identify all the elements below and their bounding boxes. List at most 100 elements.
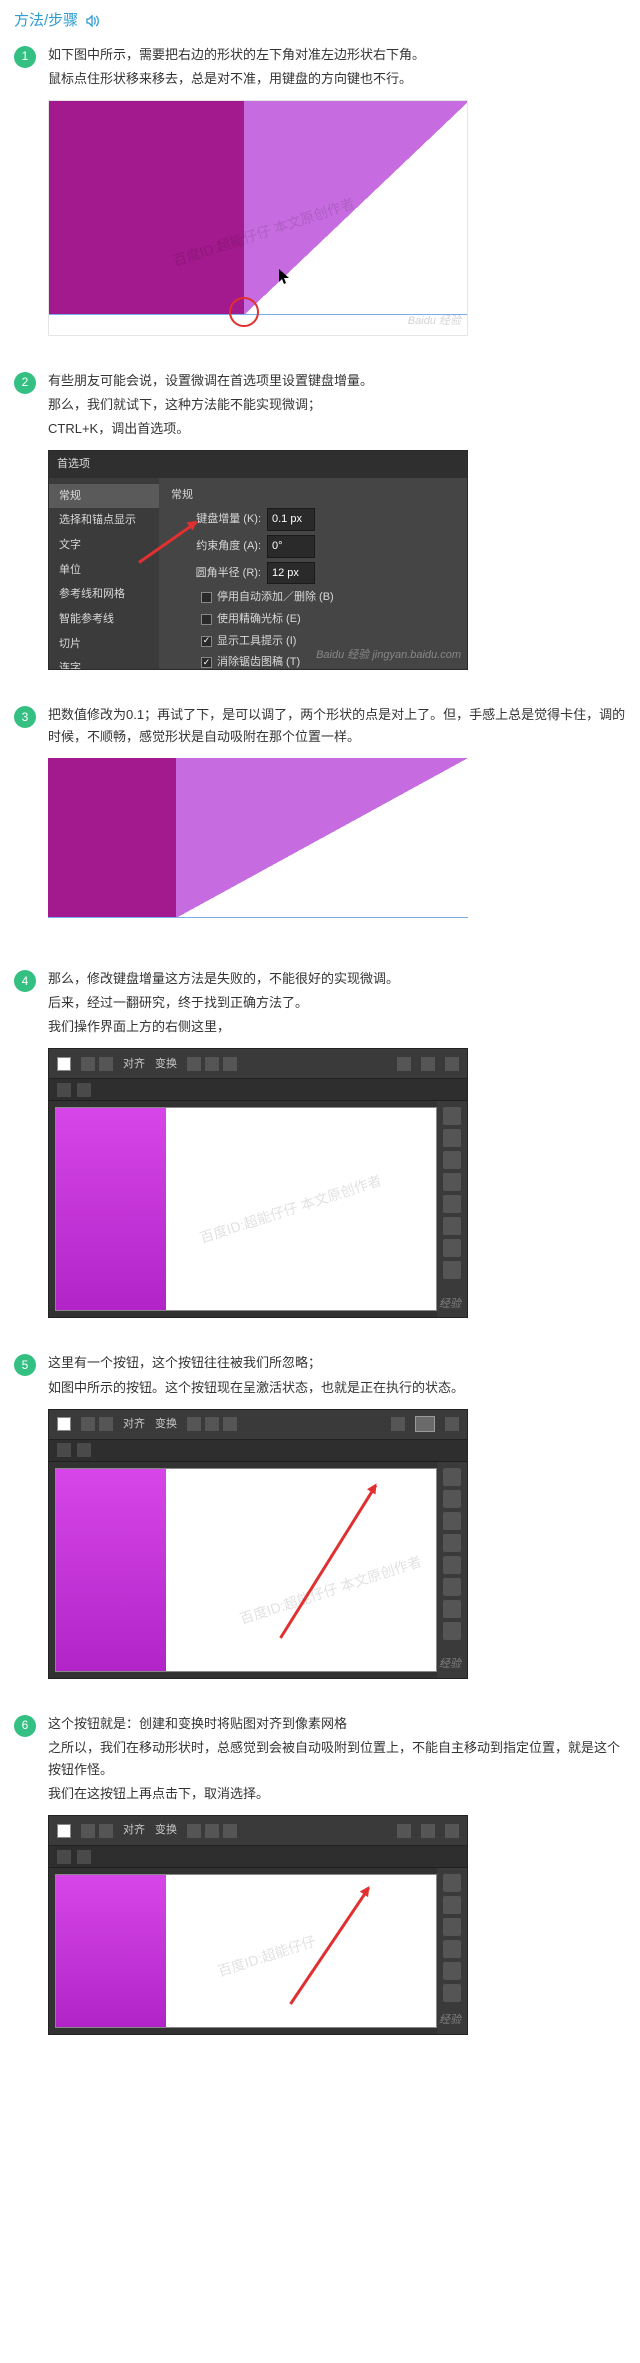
toolbar-icon[interactable] bbox=[81, 1057, 95, 1071]
tool-icon[interactable] bbox=[443, 1107, 461, 1125]
tools-panel bbox=[437, 1868, 467, 2034]
pixel-grid-align-icon[interactable] bbox=[421, 1057, 435, 1071]
pixel-grid-align-button[interactable] bbox=[415, 1416, 435, 1432]
tool-icon[interactable] bbox=[443, 1896, 461, 1914]
tool-icon[interactable] bbox=[443, 1261, 461, 1279]
canvas[interactable]: 百度ID:超能仔仔 bbox=[55, 1874, 437, 2028]
tools-panel bbox=[437, 1101, 467, 1317]
pref-side-item[interactable]: 常规 bbox=[49, 484, 159, 509]
toolbar-label[interactable]: 对齐 bbox=[123, 1415, 145, 1434]
tool-icon[interactable] bbox=[443, 1490, 461, 1508]
pref-side-item[interactable]: 选择和锚点显示 bbox=[49, 508, 159, 533]
checkbox[interactable] bbox=[201, 657, 212, 668]
pref-side-item[interactable]: 连字 bbox=[49, 656, 159, 670]
control-bar: 对齐 变换 bbox=[49, 1410, 467, 1440]
toolbar-icon[interactable] bbox=[187, 1824, 201, 1838]
checkbox[interactable] bbox=[201, 614, 212, 625]
cursor-icon bbox=[279, 269, 291, 285]
canvas[interactable]: 百度ID:超能仔仔 本文原创作者 bbox=[55, 1107, 437, 1311]
toolbar-icon[interactable] bbox=[397, 1824, 411, 1838]
step-line: 如下图中所示，需要把右边的形状的左下角对准左边形状右下角。 bbox=[48, 44, 626, 66]
pref-side-item[interactable]: 智能参考线 bbox=[49, 607, 159, 632]
step-line: 把数值修改为0.1；再试了下，是可以调了，两个形状的点是对上了。但，手感上总是觉… bbox=[48, 704, 626, 748]
doc-tab[interactable] bbox=[77, 1850, 91, 1864]
tool-icon[interactable] bbox=[443, 1874, 461, 1892]
toolbar-icon[interactable] bbox=[187, 1057, 201, 1071]
shape-right bbox=[176, 758, 468, 918]
pixel-grid-align-button[interactable] bbox=[421, 1824, 435, 1838]
tool-icon[interactable] bbox=[443, 1129, 461, 1147]
shape-left bbox=[48, 758, 176, 918]
tool-icon[interactable] bbox=[443, 1468, 461, 1486]
tool-icon[interactable] bbox=[443, 1962, 461, 1980]
pref-side-item[interactable]: 参考线和网格 bbox=[49, 582, 159, 607]
toolbar-icon[interactable] bbox=[397, 1057, 411, 1071]
toolbar-label[interactable]: 对齐 bbox=[123, 1055, 145, 1074]
doc-tab[interactable] bbox=[57, 1850, 71, 1864]
step-line: 如图中所示的按钮。这个按钮现在呈激活状态，也就是正在执行的状态。 bbox=[48, 1377, 626, 1399]
step-line: CTRL+K，调出首选项。 bbox=[48, 418, 626, 440]
fill-swatch-icon[interactable] bbox=[57, 1824, 71, 1838]
toolbar-label[interactable]: 变换 bbox=[155, 1415, 177, 1434]
tool-icon[interactable] bbox=[443, 1534, 461, 1552]
toolbar-label[interactable]: 对齐 bbox=[123, 1821, 145, 1840]
toolbar-icon[interactable] bbox=[187, 1417, 201, 1431]
canvas[interactable]: 百度ID:超能仔仔 本文原创作者 bbox=[55, 1468, 437, 1672]
toolbar-icon[interactable] bbox=[99, 1417, 113, 1431]
keyboard-increment-input[interactable]: 0.1 px bbox=[267, 508, 315, 531]
logo-watermark: Baidu 经验 jingyan.baidu.com bbox=[316, 646, 461, 665]
step: 3 把数值修改为0.1；再试了下，是可以调了，两个形状的点是对上了。但，手感上总… bbox=[14, 704, 626, 934]
toolbar-icon[interactable] bbox=[445, 1417, 459, 1431]
toolbar-icon[interactable] bbox=[223, 1824, 237, 1838]
tool-icon[interactable] bbox=[443, 1173, 461, 1191]
toolbar-icon[interactable] bbox=[223, 1417, 237, 1431]
toolbar-label[interactable]: 变换 bbox=[155, 1055, 177, 1074]
doc-tab[interactable] bbox=[57, 1443, 71, 1457]
toolbar-icon[interactable] bbox=[205, 1824, 219, 1838]
screenshot-ai-ui: 对齐 变换 百度ID:超能仔仔 本文原创作者 bbox=[48, 1409, 468, 1679]
toolbar-icon[interactable] bbox=[81, 1824, 95, 1838]
toolbar-icon[interactable] bbox=[445, 1057, 459, 1071]
doc-tab[interactable] bbox=[57, 1083, 71, 1097]
toolbar-icon[interactable] bbox=[391, 1417, 405, 1431]
tool-icon[interactable] bbox=[443, 1600, 461, 1618]
toolbar-icon[interactable] bbox=[205, 1417, 219, 1431]
toolbar-icon[interactable] bbox=[445, 1824, 459, 1838]
fill-swatch-icon[interactable] bbox=[57, 1057, 71, 1071]
toolbar-icon[interactable] bbox=[99, 1057, 113, 1071]
pref-side-item[interactable]: 切片 bbox=[49, 632, 159, 657]
tool-icon[interactable] bbox=[443, 1512, 461, 1530]
tool-icon[interactable] bbox=[443, 1918, 461, 1936]
doc-tab[interactable] bbox=[77, 1443, 91, 1457]
toolbar-icon[interactable] bbox=[81, 1417, 95, 1431]
step: 4 那么，修改键盘增量这方法是失败的，不能很好的实现微调。 后来，经过一翻研究，… bbox=[14, 968, 626, 1318]
tool-icon[interactable] bbox=[443, 1217, 461, 1235]
tool-icon[interactable] bbox=[443, 1195, 461, 1213]
tab-bar bbox=[49, 1440, 467, 1462]
audio-icon[interactable] bbox=[84, 13, 100, 29]
constrain-angle-input[interactable]: 0° bbox=[267, 535, 315, 558]
toolbar-label[interactable]: 变换 bbox=[155, 1821, 177, 1840]
checkbox[interactable] bbox=[201, 592, 212, 603]
steps-container: 1 如下图中所示，需要把右边的形状的左下角对准左边形状右下角。 鼠标点住形状移来… bbox=[0, 38, 640, 2100]
watermark: 百度ID:超能仔仔 本文原创作者 bbox=[237, 1550, 425, 1631]
fill-swatch-icon[interactable] bbox=[57, 1417, 71, 1431]
toolbar-icon[interactable] bbox=[223, 1057, 237, 1071]
tool-icon[interactable] bbox=[443, 1622, 461, 1640]
step-line: 这个按钮就是：创建和变换时将贴图对齐到像素网格 bbox=[48, 1713, 626, 1735]
tool-icon[interactable] bbox=[443, 1556, 461, 1574]
screenshot-ai-ui: 对齐 变换 百度ID:超能仔仔 bbox=[48, 1815, 468, 2035]
toolbar-icon[interactable] bbox=[99, 1824, 113, 1838]
tool-icon[interactable] bbox=[443, 1940, 461, 1958]
tool-icon[interactable] bbox=[443, 1578, 461, 1596]
tool-icon[interactable] bbox=[443, 1239, 461, 1257]
logo-watermark: Baidu 经验 bbox=[408, 2011, 461, 2030]
tool-icon[interactable] bbox=[443, 1984, 461, 2002]
checkbox[interactable] bbox=[201, 636, 212, 647]
pref-section-title: 常规 bbox=[171, 486, 455, 505]
doc-tab[interactable] bbox=[77, 1083, 91, 1097]
pref-side-item[interactable]: 文字 bbox=[49, 533, 159, 558]
corner-radius-input[interactable]: 12 px bbox=[267, 562, 315, 585]
tool-icon[interactable] bbox=[443, 1151, 461, 1169]
toolbar-icon[interactable] bbox=[205, 1057, 219, 1071]
